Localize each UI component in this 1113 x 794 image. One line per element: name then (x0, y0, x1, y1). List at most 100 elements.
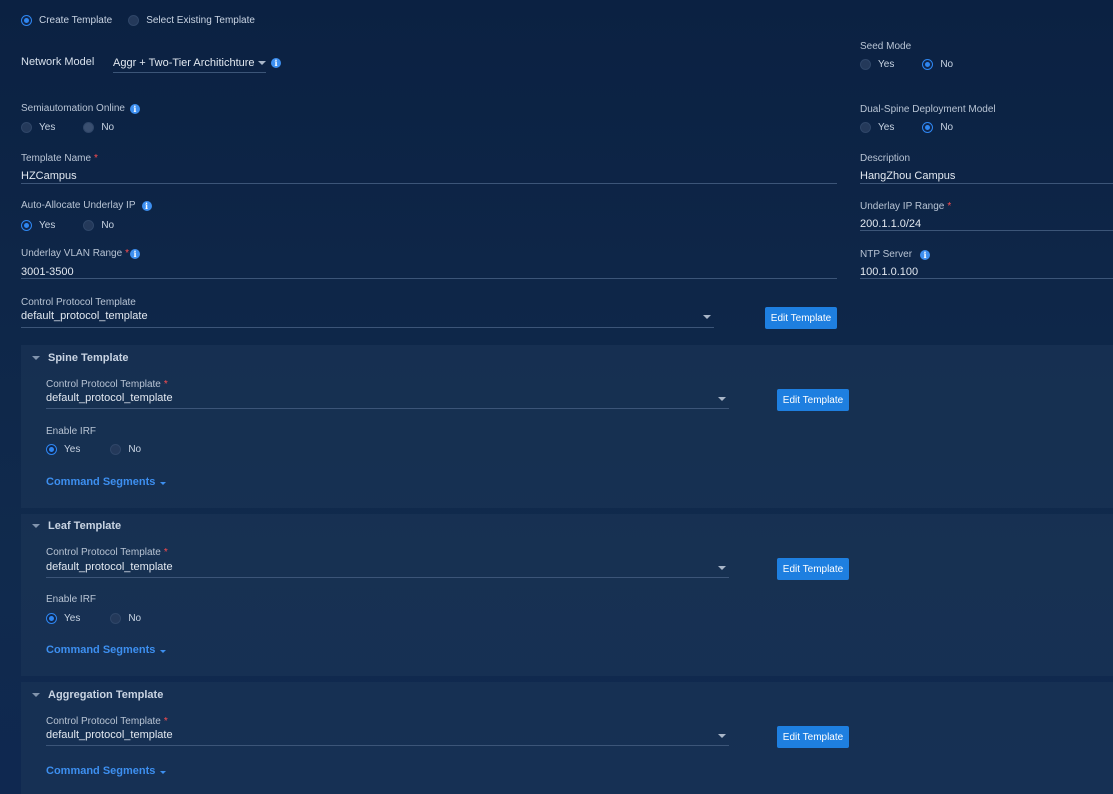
network-model-select[interactable]: Aggr + Two-Tier Architichture (113, 53, 266, 73)
network-model-label: Network Model (21, 56, 95, 68)
description-input[interactable]: HangZhou Campus (860, 166, 1113, 184)
underlay-vlan-range-input[interactable]: 3001-3500 (21, 262, 837, 279)
leaf-edit-template-button[interactable]: Edit Template (777, 558, 849, 580)
radio-checked-icon (21, 15, 32, 26)
network-model-value: Aggr + Two-Tier Architichture (113, 56, 255, 69)
leaf-cp-label-row: Control Protocol Template * (46, 547, 168, 558)
edit-template-button[interactable]: Edit Template (765, 307, 837, 329)
template-mode-group: Create Template Select Existing Template (21, 15, 255, 26)
ntp-server-value: 100.1.0.100 (860, 266, 919, 278)
seed-mode-label: Seed Mode (860, 41, 912, 52)
spine-irf-group: Yes No (46, 444, 141, 455)
leaf-irf-label: Enable IRF (46, 594, 97, 605)
ntp-server-label: NTP Server (860, 249, 913, 260)
aggregation-command-segments-link[interactable]: Command Segments (46, 765, 167, 777)
leaf-cp-value: default_protocol_template (46, 561, 173, 573)
radio-checked-icon (46, 444, 57, 455)
ntp-server-input[interactable]: 100.1.0.100 (860, 262, 1113, 279)
info-icon[interactable]: i (141, 200, 152, 211)
chevron-down-icon (258, 60, 266, 65)
dual-spine-no-radio[interactable]: No (922, 122, 953, 133)
radio-checked-icon (922, 122, 934, 133)
required-mark: * (947, 201, 952, 212)
info-icon[interactable]: i (130, 248, 141, 259)
semiautomation-no-radio[interactable]: No (83, 122, 114, 133)
required-mark: * (125, 248, 130, 259)
leaf-irf-no-label: No (128, 613, 142, 624)
chevron-down-icon (718, 397, 726, 401)
seed-mode-no-label: No (940, 59, 954, 70)
spine-irf-no-label: No (128, 444, 142, 455)
leaf-irf-no-radio[interactable]: No (110, 613, 141, 624)
seed-mode-yes-label: Yes (878, 59, 895, 70)
radio-checked-icon (21, 220, 32, 231)
radio-unchecked-icon (110, 444, 122, 455)
required-mark: * (163, 547, 168, 558)
chevron-down-icon (718, 566, 726, 570)
aggregation-cp-select[interactable]: default_protocol_template (46, 729, 729, 746)
seed-mode-no-radio[interactable]: No (922, 59, 953, 70)
radio-checked-icon (46, 613, 57, 624)
create-template-radio[interactable]: Create Template (21, 15, 112, 26)
leaf-template-header[interactable]: Leaf Template (32, 520, 121, 532)
underlay-vlan-range-value: 3001-3500 (21, 266, 74, 278)
aggregation-cp-value: default_protocol_template (46, 729, 173, 741)
spine-edit-template-button[interactable]: Edit Template (777, 389, 849, 411)
auto-allocate-no-radio[interactable]: No (83, 220, 114, 231)
leaf-cp-label: Control Protocol Template (46, 547, 161, 558)
select-existing-template-radio[interactable]: Select Existing Template (128, 15, 255, 26)
dual-spine-yes-radio[interactable]: Yes (860, 122, 894, 133)
spine-template-header[interactable]: Spine Template (32, 352, 128, 364)
spine-irf-no-radio[interactable]: No (110, 444, 141, 455)
spine-template-title: Spine Template (48, 352, 129, 364)
dual-spine-no-label: No (940, 122, 954, 133)
collapse-caret-icon (32, 524, 40, 528)
leaf-irf-yes-label: Yes (64, 613, 81, 624)
underlay-ip-range-input[interactable]: 200.1.1.0/24 (860, 214, 1113, 231)
semiautomation-yes-radio[interactable]: Yes (21, 122, 55, 133)
semiautomation-group: Yes No (21, 122, 114, 133)
spine-irf-yes-radio[interactable]: Yes (46, 444, 80, 455)
info-icon[interactable]: i (271, 58, 281, 68)
info-icon[interactable]: i (920, 249, 931, 260)
leaf-cp-select[interactable]: default_protocol_template (46, 561, 729, 578)
radio-unchecked-icon (110, 613, 122, 624)
control-protocol-value: default_protocol_template (21, 310, 148, 322)
spine-command-segments-link[interactable]: Command Segments (46, 476, 167, 488)
info-icon[interactable]: i (129, 103, 140, 114)
control-protocol-label: Control Protocol Template (21, 297, 136, 308)
aggregation-cp-label-row: Control Protocol Template * (46, 716, 168, 727)
description-label: Description (860, 153, 911, 164)
auto-allocate-yes-radio[interactable]: Yes (21, 220, 55, 231)
required-mark: * (163, 716, 168, 727)
spine-cp-select[interactable]: default_protocol_template (46, 392, 729, 409)
spine-cp-label: Control Protocol Template (46, 379, 161, 390)
auto-allocate-label-row: Auto-Allocate Underlay IP i (21, 200, 152, 211)
seed-mode-group: Yes No (860, 59, 953, 70)
select-existing-template-label: Select Existing Template (146, 15, 255, 26)
chevron-down-icon (718, 734, 726, 738)
radio-unchecked-icon (83, 220, 95, 231)
underlay-vlan-range-label: Underlay VLAN Range (21, 248, 123, 259)
template-name-input[interactable]: HZCampus (21, 166, 837, 184)
aggregation-template-header[interactable]: Aggregation Template (32, 689, 163, 701)
auto-allocate-no-label: No (101, 220, 115, 231)
radio-unchecked-icon (860, 122, 871, 133)
collapse-caret-icon (32, 356, 40, 360)
description-value: HangZhou Campus (860, 170, 956, 182)
underlay-ip-range-label-row: Underlay IP Range * (860, 201, 951, 212)
underlay-vlan-range-label-row: Underlay VLAN Range * i (21, 248, 141, 259)
aggregation-edit-template-button[interactable]: Edit Template (777, 726, 849, 748)
control-protocol-select[interactable]: default_protocol_template (21, 310, 714, 328)
radio-unchecked-icon (21, 122, 32, 133)
required-mark: * (163, 379, 168, 390)
required-mark: * (94, 153, 98, 164)
leaf-command-segments-link[interactable]: Command Segments (46, 644, 167, 656)
ntp-server-label-row: NTP Server i (860, 249, 931, 260)
underlay-ip-range-label: Underlay IP Range (860, 201, 945, 212)
radio-unchecked-icon (860, 59, 871, 70)
seed-mode-yes-radio[interactable]: Yes (860, 59, 894, 70)
leaf-irf-yes-radio[interactable]: Yes (46, 613, 80, 624)
semiautomation-yes-label: Yes (39, 122, 56, 133)
aggregation-cp-label: Control Protocol Template (46, 716, 161, 727)
